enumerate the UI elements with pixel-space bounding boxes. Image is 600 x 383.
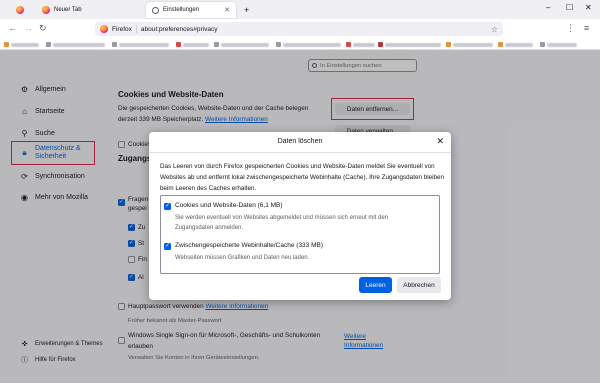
back-button[interactable]: ← [8,23,17,33]
cache-description: Webseiten müssen Grafiken und Daten neu … [175,255,310,261]
dialog-divider [149,152,451,153]
close-window-button[interactable]: ✕ [585,3,592,12]
bookmark-item[interactable] [112,41,169,48]
app-menu-button[interactable]: ≡ [584,23,589,33]
bookmark-item[interactable] [540,41,577,48]
dialog-options-group: ✓ Cookies und Website-Daten (6,1 MB) Sie… [160,195,440,274]
bookmark-star-icon[interactable]: ☆ [491,25,498,34]
new-tab-button[interactable]: + [238,2,255,18]
tab-label: Einstellungen [163,7,200,13]
url-identity-label: Firefox [112,25,132,33]
url-divider [135,25,137,33]
forward-button[interactable]: → [24,23,33,33]
cancel-button[interactable]: Abbrechen [397,277,441,293]
navigation-bar: ← → ↻ Firefox about:preferences#privacy … [0,19,600,39]
tab-settings[interactable]: Einstellungen ✕ [146,2,236,18]
cache-checkbox[interactable]: ✓ [164,243,171,250]
url-bar[interactable]: Firefox about:preferences#privacy ☆ [95,22,503,36]
minimize-button[interactable]: – [546,3,550,12]
cache-label[interactable]: Zwischengespeicherte Webinhalte/Cache (3… [175,242,323,249]
reload-button[interactable]: ↻ [39,23,47,34]
maximize-button[interactable]: ☐ [566,3,573,12]
bookmark-item[interactable] [276,41,341,48]
bookmark-item[interactable] [346,41,375,48]
bookmark-item[interactable] [498,41,533,48]
bookmark-item[interactable] [446,41,493,48]
clear-button[interactable]: Leeren [359,277,392,293]
cookies-data-description: Sie werden eventuell von Websites abgeme… [175,215,389,231]
close-icon[interactable]: ✕ [436,136,444,147]
dialog-description: Das Leeren von durch Firefox gespeichert… [160,163,444,192]
firefox-icon [16,6,24,14]
tab-new-tab[interactable]: Neuer Tab [36,2,146,18]
dialog-title: Daten löschen [277,138,323,145]
tab-list-button[interactable] [12,2,30,18]
clear-data-dialog: Daten löschen ✕ Das Leeren von durch Fir… [149,132,451,300]
cookies-data-label[interactable]: Cookies und Website-Daten (6,1 MB) [175,202,283,209]
firefox-icon [100,25,108,33]
bookmark-item[interactable] [378,41,441,48]
bookmark-item[interactable] [46,41,105,48]
url-text[interactable]: about:preferences#privacy [141,26,218,33]
gear-icon [152,6,159,14]
bookmark-item[interactable] [214,41,269,48]
extensions-button[interactable]: ⋮ [566,23,575,34]
bookmark-item[interactable] [4,41,39,48]
bookmarks-toolbar [0,39,600,50]
tab-label: Neuer Tab [54,7,82,13]
bookmark-item[interactable] [176,41,209,48]
tab-strip: Neuer Tab Einstellungen ✕ + – ☐ ✕ [0,0,600,19]
close-tab-icon[interactable]: ✕ [224,6,230,14]
firefox-icon [42,6,50,14]
cookies-data-checkbox[interactable]: ✓ [164,203,171,210]
